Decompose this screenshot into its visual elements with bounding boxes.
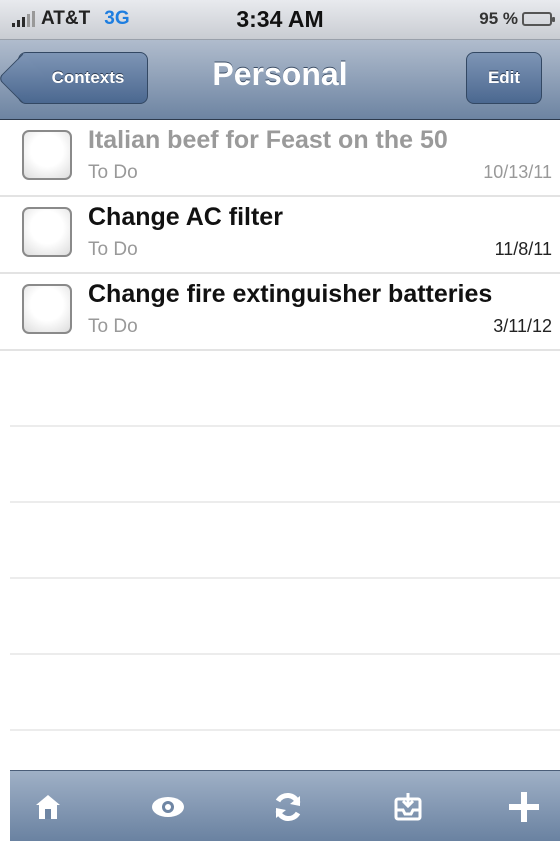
inbox-button[interactable]: [388, 787, 428, 827]
empty-row-divider: [10, 425, 560, 427]
empty-row-divider: [10, 577, 560, 579]
battery-status: 95 %: [479, 9, 555, 29]
eye-icon: [152, 797, 184, 817]
sync-button[interactable]: [268, 787, 308, 827]
task-checkbox[interactable]: [22, 207, 72, 257]
task-title: Italian beef for Feast on the 50: [88, 126, 448, 154]
bottom-toolbar: [10, 770, 560, 841]
task-context: To Do: [88, 239, 138, 260]
task-title: Change AC filter: [88, 203, 283, 231]
home-icon: [36, 795, 60, 819]
task-row[interactable]: Change AC filter To Do 11/8/11: [0, 197, 560, 274]
empty-row-divider: [10, 729, 560, 731]
inbox-icon: [394, 793, 422, 821]
edit-button[interactable]: Edit: [466, 52, 542, 104]
task-list: Italian beef for Feast on the 50 To Do 1…: [0, 120, 560, 770]
task-context: To Do: [88, 162, 138, 183]
task-row[interactable]: Italian beef for Feast on the 50 To Do 1…: [0, 120, 560, 197]
task-date: 3/11/12: [493, 316, 552, 336]
empty-row-divider: [10, 653, 560, 655]
task-checkbox[interactable]: [22, 130, 72, 180]
task-checkbox[interactable]: [22, 284, 72, 334]
battery-icon: [522, 12, 555, 26]
sync-icon: [275, 793, 301, 821]
review-button[interactable]: [148, 787, 188, 827]
plus-icon: [509, 792, 539, 822]
home-button[interactable]: [28, 787, 68, 827]
task-row[interactable]: Change fire extinguisher batteries To Do…: [0, 274, 560, 351]
task-date: 11/8/11: [494, 239, 552, 259]
add-task-button[interactable]: [504, 787, 544, 827]
status-time: 3:34 AM: [236, 6, 324, 32]
navigation-bar: Contexts Personal Edit: [0, 40, 560, 120]
empty-row-divider: [10, 501, 560, 503]
status-bar: AT&T 3G 3:34 AM 95 %: [0, 0, 560, 40]
task-context: To Do: [88, 316, 138, 337]
task-title: Change fire extinguisher batteries: [88, 280, 493, 308]
task-date: 10/13/11: [483, 162, 552, 182]
battery-percent: 95 %: [479, 9, 518, 28]
